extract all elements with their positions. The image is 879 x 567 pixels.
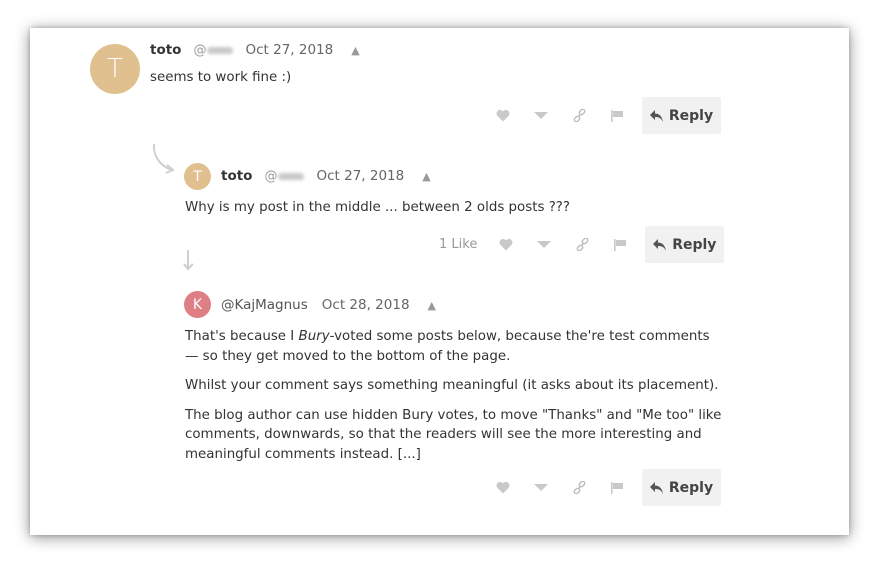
post-actions: Reply xyxy=(484,469,721,506)
downvote-icon[interactable] xyxy=(522,483,560,492)
heart-icon[interactable] xyxy=(487,238,525,251)
reply-button[interactable]: Reply xyxy=(642,469,721,506)
paragraph: The blog author can use hidden Bury vote… xyxy=(185,407,722,462)
post-date[interactable]: Oct 27, 2018 xyxy=(316,168,404,184)
reply-button[interactable]: Reply xyxy=(645,226,725,263)
username[interactable]: toto xyxy=(150,42,181,58)
reply-arrow-icon xyxy=(653,238,667,251)
flag-icon[interactable] xyxy=(601,238,639,251)
reply-thread-arrow-icon xyxy=(183,250,194,271)
comment-header: toto @ Oct 27, 2018 ▲ xyxy=(221,168,431,184)
user-handle-blurred: @ xyxy=(264,168,305,184)
link-icon[interactable] xyxy=(560,109,598,122)
reply-arrow-icon xyxy=(649,481,663,494)
avatar[interactable]: T xyxy=(90,44,140,94)
post-actions: Reply xyxy=(484,97,721,134)
downvote-icon[interactable] xyxy=(525,240,563,249)
comment-body: That's because I Bury-voted some posts b… xyxy=(185,327,725,474)
flag-icon[interactable] xyxy=(598,109,636,122)
post-actions: 1 Like Reply xyxy=(439,226,725,263)
heart-icon[interactable] xyxy=(484,109,522,122)
reply-thread-arrow-icon xyxy=(152,143,175,174)
flag-icon[interactable] xyxy=(598,481,636,494)
caret-up-icon[interactable]: ▲ xyxy=(428,299,436,312)
comment-header: @KajMagnus Oct 28, 2018 ▲ xyxy=(221,297,436,313)
paragraph: That's because I Bury-voted some posts b… xyxy=(185,329,710,364)
reply-button[interactable]: Reply xyxy=(642,97,721,134)
comment-thread-card: T toto @ Oct 27, 2018 ▲ seems to work fi… xyxy=(30,28,849,535)
link-icon[interactable] xyxy=(560,481,598,494)
like-count[interactable]: 1 Like xyxy=(439,237,477,252)
username[interactable]: @KajMagnus xyxy=(221,297,308,313)
avatar[interactable]: T xyxy=(184,163,211,190)
avatar[interactable]: K xyxy=(184,291,211,318)
post-date[interactable]: Oct 27, 2018 xyxy=(245,42,333,58)
post-date[interactable]: Oct 28, 2018 xyxy=(322,297,410,313)
paragraph: Whilst your comment says something meani… xyxy=(185,378,719,393)
reply-arrow-icon xyxy=(649,109,663,122)
link-icon[interactable] xyxy=(563,238,601,251)
comment-body: Why is my post in the middle ... between… xyxy=(185,200,571,215)
caret-up-icon[interactable]: ▲ xyxy=(351,44,359,57)
downvote-icon[interactable] xyxy=(522,111,560,120)
comment-body: seems to work fine :) xyxy=(150,70,292,85)
comment-header: toto @ Oct 27, 2018 ▲ xyxy=(150,42,360,58)
heart-icon[interactable] xyxy=(484,481,522,494)
caret-up-icon[interactable]: ▲ xyxy=(422,170,430,183)
username[interactable]: toto xyxy=(221,168,252,184)
user-handle-blurred: @ xyxy=(193,42,234,58)
